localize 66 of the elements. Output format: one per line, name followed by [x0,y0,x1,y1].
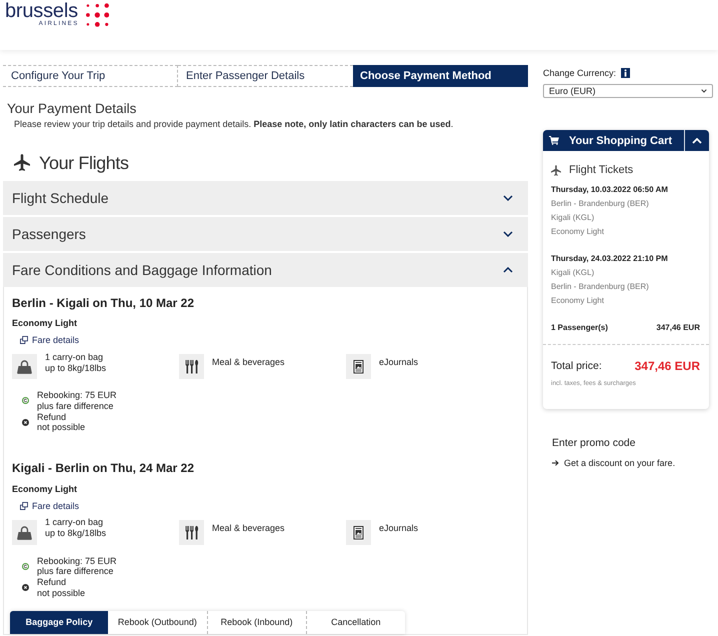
origin-airport: Kigali (KGL) [551,267,594,279]
fare-details-link[interactable]: Fare details [32,500,80,512]
condition-text: Refund not possible [37,577,86,598]
fare-name: Economy Light [551,295,604,307]
destination-airport: Berlin - Brandenburg (BER) [551,281,649,293]
policy-tab[interactable]: Cancellation [306,610,405,634]
cross-circle-icon [22,418,29,426]
section-title: Your Payment Details [7,101,136,117]
section-title: Your Flights [39,152,129,174]
accordion-header[interactable]: Flight Schedule [3,180,528,214]
arrow-right-icon [552,460,559,466]
airplane-icon [14,154,30,171]
total-label: Total price: [551,360,602,372]
fare-name: Economy Light [551,226,604,238]
document-icon [346,354,371,379]
fare-name: Economy Light [12,318,77,329]
policy-tab[interactable]: Baggage Policy [10,610,108,634]
feature-text: eJournals [379,357,418,368]
feature-text: eJournals [379,522,418,534]
circular-arrow-icon [22,397,29,404]
passenger-count: 1 Passenger(s) [551,322,608,334]
intro-text: Please review your trip details and provide payment details. Please note, only latin characters can be used. [14,118,454,130]
route-title: Berlin - Kigali on Thu, 10 Mar 22 [12,296,194,310]
feature-text: 1 carry-on bag up to 8kg/18lbs [45,352,106,374]
document-icon [346,520,371,544]
destination-airport: Kigali (KGL) [551,212,594,224]
condition-text: Rebooking: 75 EUR plus fare difference [37,390,117,412]
cart-section-title: Flight Tickets [569,163,634,177]
cross-circle-icon [22,584,29,592]
handbag-icon [12,520,37,544]
route-title: Kigali - Berlin on Thu, 24 Mar 22 [12,461,194,476]
origin-airport: Berlin - Brandenburg (BER) [551,198,649,210]
accordion-header[interactable]: Fare Conditions and Baggage Information [3,252,528,286]
promo-link[interactable]: Get a discount on your fare. [564,457,676,469]
airplane-icon [551,164,561,176]
currency-label: Change Currency: [543,68,616,78]
feature-text: 1 carry-on bag up to 8kg/18lbs [45,517,106,539]
overlapping-squares-icon [20,502,28,510]
cart-icon [549,136,559,145]
departure-time: Thursday, 24.03.2022 21:10 PM [551,253,668,265]
policy-tab[interactable]: Rebook (Outbound) [108,610,208,634]
promo-title: Enter promo code [552,436,636,450]
departure-time: Thursday, 10.03.2022 06:50 AM [551,184,668,196]
condition-text: Refund not possible [37,412,86,433]
caret-icon [701,89,707,93]
fare-details-link[interactable]: Fare details [32,334,80,346]
feature-text: Meal & beverages [212,357,285,368]
handbag-icon [12,354,37,379]
passenger-price: 347,46 EUR [656,322,700,334]
progress-step[interactable]: Configure Your Trip [3,65,178,87]
accordion-header[interactable]: Passengers [3,216,528,250]
cutlery-icon [179,520,204,544]
progress-step[interactable]: Choose Payment Method [353,65,528,87]
fare-name: Economy Light [12,484,77,494]
condition-text: Rebooking: 75 EUR plus fare difference [37,556,117,577]
circular-arrow-icon [22,562,29,570]
logo-wordmark: brussels [5,1,78,21]
cart-title: Your Shopping Cart [569,134,674,146]
total-price: 347,46 EUR [634,359,700,373]
overlapping-squares-icon [20,336,28,344]
currency-select[interactable]: Euro (EUR) [543,84,713,98]
policy-tab[interactable]: Rebook (Inbound) [208,610,307,634]
cutlery-icon [179,354,204,379]
info-icon[interactable] [621,68,630,78]
dots-logo-icon [84,3,109,27]
feature-text: Meal & beverages [212,522,285,534]
